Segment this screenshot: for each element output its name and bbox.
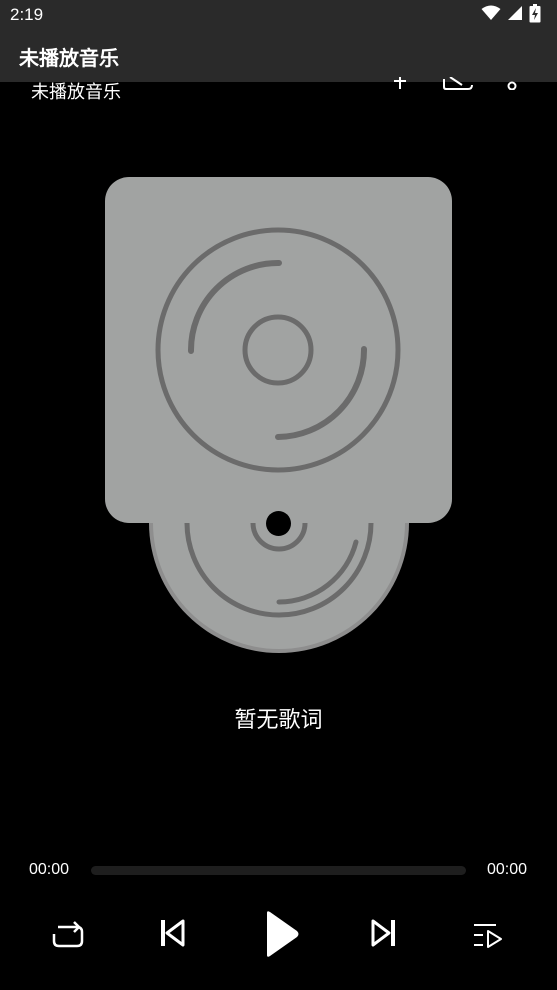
next-button[interactable] (364, 913, 404, 953)
music-disc-icon (155, 227, 401, 473)
share-icon[interactable] (443, 76, 473, 90)
now-playing-title: 未播放音乐 (31, 82, 121, 103)
status-icons (481, 3, 541, 27)
next-icon (371, 919, 395, 947)
lyrics-text: 暂无歌词 (234, 708, 323, 733)
previous-button[interactable] (152, 913, 192, 953)
app-title: 未播放音乐 (19, 46, 119, 70)
app-bar: 未播放音乐 (0, 30, 557, 82)
more-icon[interactable] (507, 81, 517, 90)
repeat-icon (52, 921, 84, 948)
total-time: 00:00 (487, 861, 528, 878)
header-actions (380, 76, 540, 90)
cell-signal-icon (507, 5, 523, 25)
play-icon (267, 911, 299, 957)
playlist-button[interactable] (468, 915, 508, 955)
status-bar: 2:19 (0, 0, 557, 30)
play-button[interactable] (254, 906, 306, 962)
music-player-screen: 2:19 未播放音乐 未播放音乐 暂无歌词 00:00 00:00 (0, 0, 557, 990)
current-time: 00:00 (29, 861, 70, 878)
battery-charging-icon (529, 3, 541, 27)
status-time: 2:19 (10, 5, 44, 24)
repeat-button[interactable] (48, 915, 88, 955)
previous-icon (161, 919, 185, 947)
progress-bar[interactable] (91, 866, 466, 875)
album-cover (105, 177, 452, 523)
wifi-icon (481, 5, 501, 25)
disc-center-dot (266, 511, 291, 536)
playlist-icon (474, 924, 502, 948)
add-icon[interactable] (394, 77, 406, 89)
